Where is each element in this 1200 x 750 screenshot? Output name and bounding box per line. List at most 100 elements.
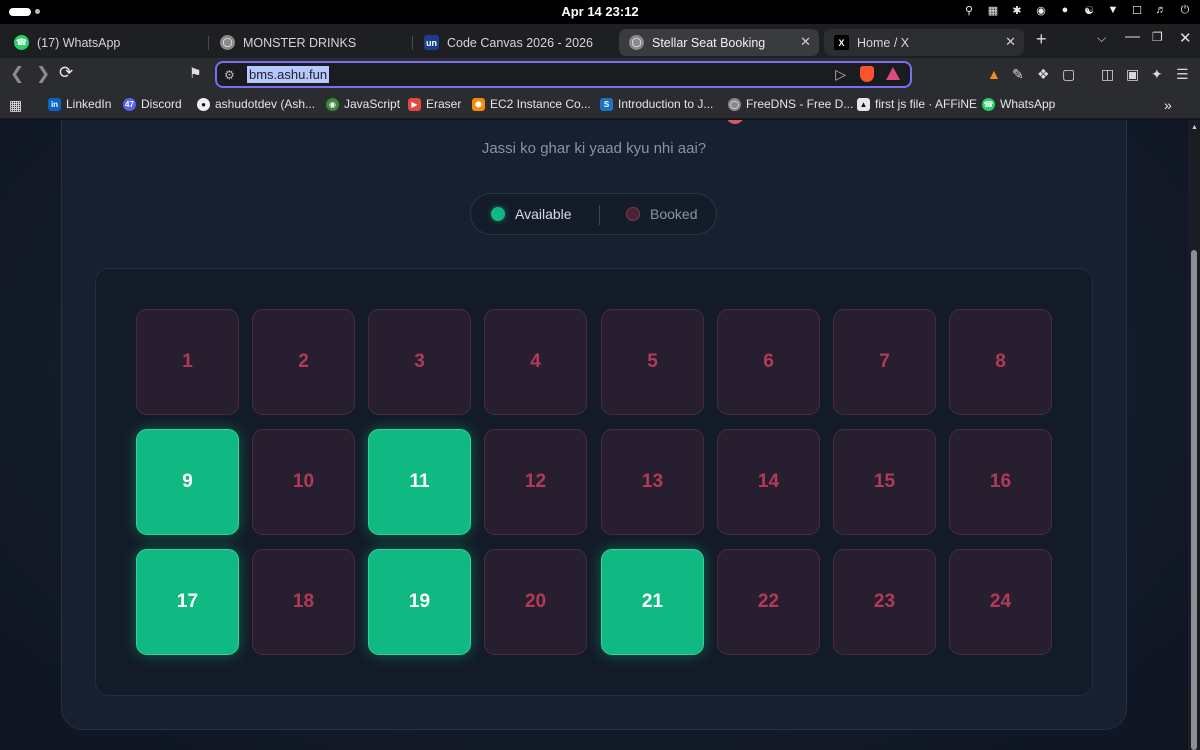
bookmark-whatsapp[interactable]: ☎ WhatsApp [982, 97, 1055, 111]
wallet-icon[interactable]: ▣ [1126, 66, 1139, 83]
tab-monster-drinks[interactable]: ◯ MONSTER DRINKS [210, 29, 408, 56]
close-window-button[interactable]: ✕ [1179, 29, 1192, 47]
scrollbar-thumb[interactable] [1191, 250, 1197, 750]
close-tab-icon[interactable]: ✕ [1005, 34, 1016, 50]
menu-icon[interactable]: ☰ [1176, 66, 1189, 83]
seat-8[interactable]: 8 [949, 309, 1052, 415]
extension-fox-icon[interactable]: ▲ [987, 66, 1001, 82]
bookmark-eraser[interactable]: ▶ Eraser [408, 97, 461, 111]
apps-grid-icon[interactable]: ▦ [9, 97, 22, 114]
url-text[interactable]: bms.ashu.fun [247, 66, 330, 83]
bookmark-github[interactable]: ● ashudotdev (Ash... [197, 97, 315, 111]
seat-21[interactable]: 21 [601, 549, 704, 655]
seat-20[interactable]: 20 [484, 549, 587, 655]
bookmark-discord[interactable]: 47 Discord [123, 97, 182, 111]
discord-tray-icon[interactable]: ◉ [1034, 4, 1048, 17]
tab-list-chevron-icon[interactable]: ⌵ [1097, 31, 1106, 46]
eraser-icon: ▶ [408, 97, 421, 111]
github-icon: ● [197, 97, 210, 111]
brave-rewards-icon[interactable] [886, 67, 900, 80]
tab-home-x[interactable]: X Home / X ✕ [824, 29, 1024, 56]
globe-icon: ◯ [220, 35, 235, 50]
more-bookmarks-chevron-icon[interactable]: » [1164, 97, 1172, 113]
reload-button[interactable]: ⟳ [59, 63, 73, 83]
bookmark-page-icon[interactable]: ⚑ [189, 65, 202, 82]
seat-24[interactable]: 24 [949, 549, 1052, 655]
tab-stellar-seat-booking[interactable]: ◯ Stellar Seat Booking ✕ [619, 29, 819, 56]
system-tray[interactable]: ⚲ ▦ ✱ ◉ ● ☯ ▼ ☐ ♬ ⏻ [962, 4, 1192, 17]
tab-strip: ☎ (17) WhatsApp ◯ MONSTER DRINKS un Code… [0, 24, 1200, 58]
bluetooth-icon[interactable]: ✱ [1010, 4, 1024, 17]
seat-9[interactable]: 9 [136, 429, 239, 535]
extension-search-icon[interactable]: ▢ [1062, 66, 1075, 83]
maximize-window-button[interactable]: ❐ [1152, 30, 1163, 44]
seat-2[interactable]: 2 [252, 309, 355, 415]
seat-14[interactable]: 14 [717, 429, 820, 535]
unstop-icon: un [424, 35, 439, 50]
aws-icon: ⬢ [472, 97, 485, 111]
bookmark-ec2[interactable]: ⬢ EC2 Instance Co... [472, 97, 591, 111]
browser-toolbar: ❮ ❯ ⟳ ⚑ ⚙ bms.ashu.fun ▷ ▲ ✎ ❖ ▢ ◫ ▣ ✦ ☰ [0, 58, 1200, 91]
forward-button[interactable]: ❯ [36, 64, 50, 84]
minimize-window-button[interactable]: — [1125, 28, 1140, 45]
seat-22[interactable]: 22 [717, 549, 820, 655]
scroll-up-icon[interactable]: ▲ [1191, 124, 1198, 131]
close-tab-icon[interactable]: ✕ [800, 34, 811, 50]
tab-label: Stellar Seat Booking [652, 35, 766, 50]
bookmark-javascript[interactable]: ◉ JavaScript [326, 97, 400, 111]
volume-icon[interactable]: ♬ [1154, 4, 1168, 17]
tab-whatsapp[interactable]: ☎ (17) WhatsApp [4, 29, 204, 56]
seat-6[interactable]: 6 [717, 309, 820, 415]
notifications-muted-icon[interactable]: ☐ [1130, 4, 1144, 17]
leo-ai-icon[interactable]: ✦ [1151, 66, 1163, 83]
whatsapp-icon: ☎ [14, 35, 29, 50]
seat-17[interactable]: 17 [136, 549, 239, 655]
share-icon[interactable]: ▷ [835, 66, 846, 83]
seat-23[interactable]: 23 [833, 549, 936, 655]
legend-booked: Booked [626, 206, 697, 222]
bookmark-affine[interactable]: ▲ first js file · AFFiNE [857, 97, 977, 111]
new-tab-button[interactable]: + [1036, 29, 1047, 50]
sidebar-toggle-icon[interactable]: ◫ [1101, 66, 1114, 83]
globe-icon: ◯ [728, 97, 741, 111]
steam-icon[interactable]: ● [1058, 4, 1072, 17]
seat-legend: Available Booked [470, 193, 717, 235]
extensions-puzzle-icon[interactable]: ❖ [1037, 66, 1050, 83]
seat-18[interactable]: 18 [252, 549, 355, 655]
seat-11[interactable]: 11 [368, 429, 471, 535]
extension-eyedropper-icon[interactable]: ✎ [1012, 66, 1024, 83]
bookmark-introduction[interactable]: S Introduction to J... [600, 97, 713, 111]
x-logo-icon: X [834, 35, 849, 50]
accessibility-icon[interactable]: ☯ [1082, 4, 1096, 17]
seat-10[interactable]: 10 [252, 429, 355, 535]
back-button[interactable]: ❮ [10, 64, 24, 84]
seat-15[interactable]: 15 [833, 429, 936, 535]
bookmark-linkedin[interactable]: in LinkedIn [48, 97, 111, 111]
page-scrollbar[interactable]: ▲ [1188, 120, 1200, 750]
whatsapp-icon: ☎ [982, 97, 995, 111]
seat-4[interactable]: 4 [484, 309, 587, 415]
bookmarks-bar: ▦ in LinkedIn 47 Discord ● ashudotdev (Ash.… [0, 91, 1200, 119]
seat-1[interactable]: 1 [136, 309, 239, 415]
seat-16[interactable]: 16 [949, 429, 1052, 535]
page-viewport: Jassi ko ghar ki yaad kyu nhi aai? Avail… [0, 120, 1188, 750]
site-settings-icon[interactable]: ⚙ [224, 68, 235, 82]
seat-5[interactable]: 5 [601, 309, 704, 415]
legend-divider [599, 205, 600, 225]
address-bar[interactable]: ⚙ bms.ashu.fun ▷ [215, 61, 912, 88]
bookmark-freedns[interactable]: ◯ FreeDNS - Free D... [728, 97, 853, 111]
seat-3[interactable]: 3 [368, 309, 471, 415]
seat-13[interactable]: 13 [601, 429, 704, 535]
tab-code-canvas[interactable]: un Code Canvas 2026 - 2026 [414, 29, 614, 56]
brave-shields-icon[interactable] [860, 66, 874, 82]
power-icon[interactable]: ⏻ [1178, 4, 1192, 17]
seat-19[interactable]: 19 [368, 549, 471, 655]
wifi-icon[interactable]: ▼ [1106, 4, 1120, 17]
javascript-icon: ◉ [326, 97, 339, 111]
tab-label: Home / X [857, 35, 910, 50]
app-grid-icon[interactable]: ▦ [986, 4, 1000, 17]
seat-12[interactable]: 12 [484, 429, 587, 535]
tab-label: (17) WhatsApp [37, 35, 121, 50]
search-icon[interactable]: ⚲ [962, 4, 976, 17]
seat-7[interactable]: 7 [833, 309, 936, 415]
